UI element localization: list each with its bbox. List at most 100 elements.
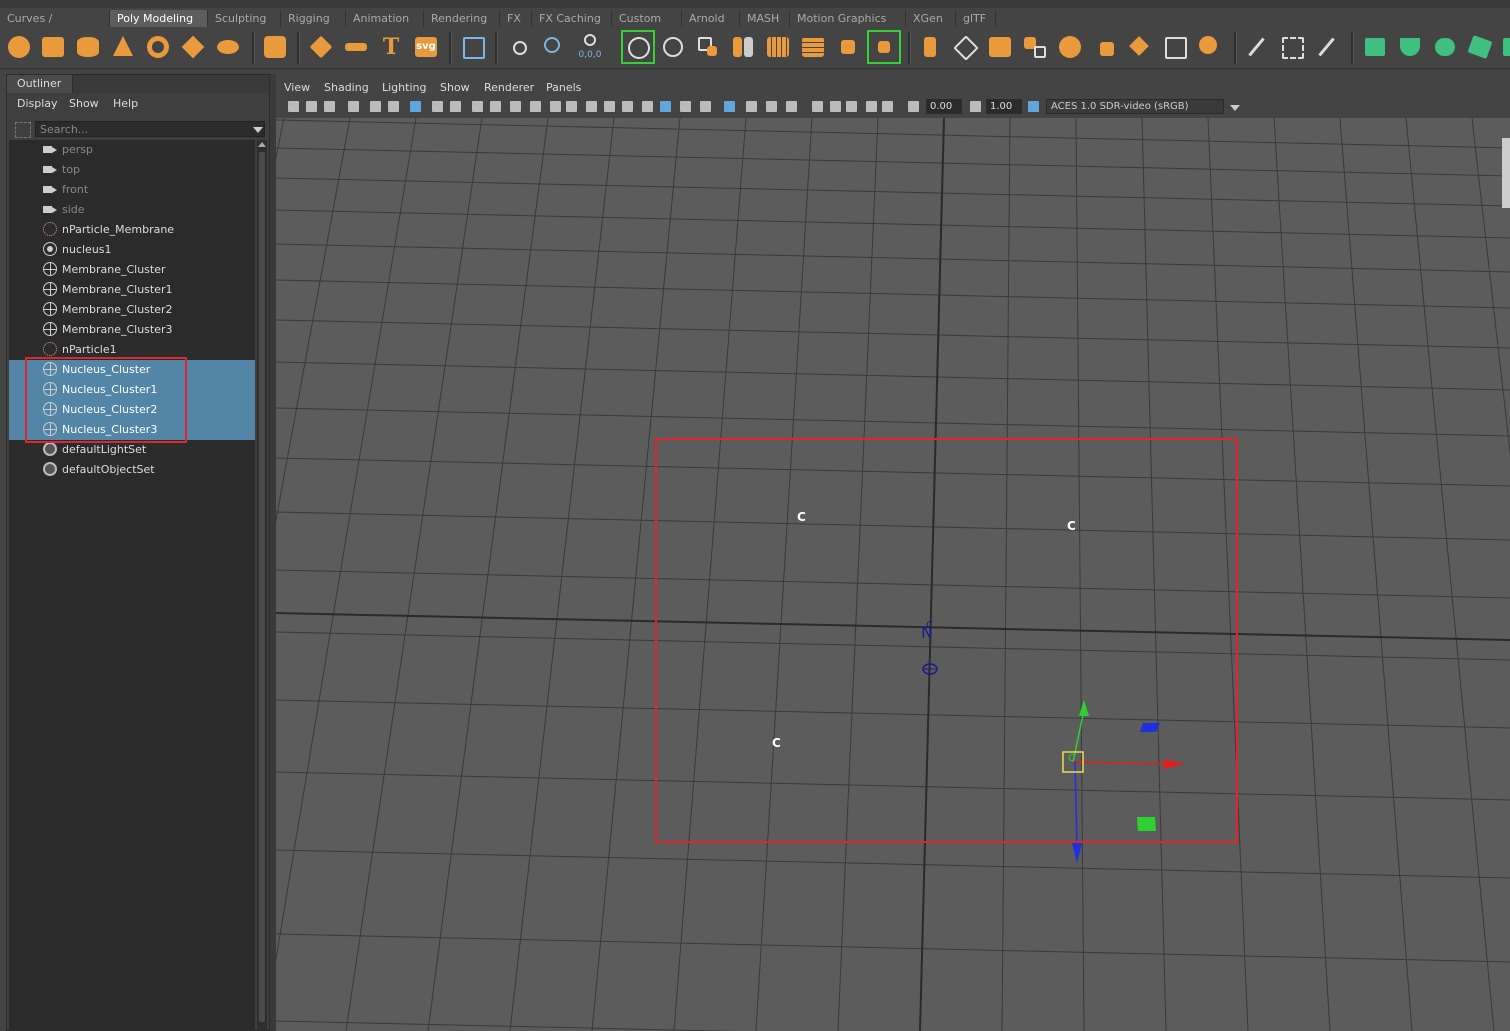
chevron-down-icon[interactable] <box>253 127 263 133</box>
poly-disc-icon[interactable] <box>215 34 241 60</box>
outliner-item[interactable]: Membrane_Cluster3 <box>9 320 255 340</box>
multi-cut-icon[interactable] <box>1092 34 1118 60</box>
viewport-tool-icon[interactable] <box>882 101 893 112</box>
viewport-menu-panels[interactable]: Panels <box>546 81 581 94</box>
outliner-item[interactable]: nParticle1 <box>9 340 255 360</box>
shelf-tab-rigging[interactable]: Rigging <box>281 10 346 27</box>
uv-spherical-icon[interactable] <box>1432 34 1458 60</box>
viewport-canvas[interactable]: C C C N C C <box>276 118 1510 1031</box>
reduce-icon[interactable] <box>800 34 826 60</box>
type-tool-icon[interactable]: T <box>378 34 404 60</box>
z-axis-handle[interactable] <box>1074 761 1078 847</box>
viewport-tool-icon[interactable] <box>604 101 615 112</box>
sweep-mesh-icon[interactable] <box>343 34 369 60</box>
viewport-tool-icon[interactable] <box>846 101 857 112</box>
outliner-menu-show[interactable]: Show <box>69 97 99 110</box>
viewport-tool-icon[interactable] <box>530 101 541 112</box>
color-space-select[interactable]: ACES 1.0 SDR-video (sRGB) <box>1046 99 1224 114</box>
outliner-item[interactable]: top <box>9 160 255 180</box>
append-icon[interactable] <box>1022 34 1048 60</box>
viewport-tool-icon[interactable] <box>450 101 461 112</box>
poly-cube-icon[interactable] <box>40 34 66 60</box>
platonic-solid-icon[interactable] <box>262 34 288 60</box>
viewport-tool-icon[interactable] <box>432 101 443 112</box>
gamma-field[interactable]: 1.00 <box>986 99 1022 114</box>
outliner-item[interactable]: nParticle_Membrane <box>9 220 255 240</box>
shelf-tab-fx[interactable]: FX <box>500 10 532 27</box>
shelf-tab-rendering[interactable]: Rendering <box>424 10 500 27</box>
selected-cluster-handle[interactable]: C <box>1068 753 1075 764</box>
viewport-menu-shading[interactable]: Shading <box>324 81 369 94</box>
shelf-tab-animation[interactable]: Animation <box>346 10 424 27</box>
uv-automatic-icon[interactable] <box>1467 34 1493 60</box>
outliner-scrollbar[interactable] <box>257 140 267 1030</box>
poly-sphere-icon[interactable] <box>6 34 32 60</box>
uv-editor-icon[interactable] <box>1279 34 1305 60</box>
uv-planar-icon[interactable] <box>1362 34 1388 60</box>
soft-select-icon[interactable] <box>541 34 567 60</box>
combine-icon[interactable] <box>660 34 686 60</box>
xz-plane-handle[interactable] <box>1140 723 1160 732</box>
symmetry-icon[interactable] <box>625 34 651 60</box>
bridge-icon[interactable] <box>952 34 979 61</box>
viewport-menu-renderer[interactable]: Renderer <box>484 81 534 94</box>
outliner-item[interactable]: nucleus1 <box>9 240 255 260</box>
viewport-tool-icon[interactable] <box>866 101 877 112</box>
viewport-tool-icon[interactable] <box>830 101 841 112</box>
poly-plane-icon[interactable] <box>180 34 206 60</box>
outliner-item[interactable]: Membrane_Cluster2 <box>9 300 255 320</box>
bevel-icon[interactable] <box>987 34 1013 60</box>
outliner-search-input[interactable]: Search... <box>35 121 265 137</box>
insert-edge-loop-icon[interactable] <box>1057 34 1083 60</box>
smooth-icon[interactable] <box>765 34 791 60</box>
target-weld-icon[interactable] <box>1127 34 1153 60</box>
freeze-transform-icon[interactable]: 0,0,0 <box>576 34 602 60</box>
remesh-icon[interactable] <box>835 34 861 60</box>
scrollbar-thumb[interactable] <box>259 152 265 1022</box>
viewport-tool-icon[interactable] <box>472 101 483 112</box>
viewport-tool-icon[interactable] <box>1028 101 1039 112</box>
viewport-tool-icon[interactable] <box>348 101 359 112</box>
viewport-tool-icon[interactable] <box>700 101 711 112</box>
outliner-item[interactable]: Membrane_Cluster <box>9 260 255 280</box>
viewport-tool-icon[interactable] <box>812 101 823 112</box>
cluster-handle-3[interactable]: C <box>772 736 781 750</box>
outliner-item[interactable]: side <box>9 200 255 220</box>
y-axis-arrow-icon[interactable] <box>1079 700 1089 716</box>
viewport-tool-icon[interactable] <box>586 101 597 112</box>
viewport-tool-icon[interactable] <box>680 101 691 112</box>
uv-cylindrical-icon[interactable] <box>1397 34 1423 60</box>
outliner-menu-help[interactable]: Help <box>113 97 138 110</box>
retopologize-icon[interactable] <box>871 34 897 60</box>
poly-cone-icon[interactable] <box>110 34 136 60</box>
viewport-tool-icon[interactable] <box>306 101 317 112</box>
shelf-tab-fx-caching[interactable]: FX Caching <box>532 10 612 27</box>
outliner-item[interactable]: persp <box>9 140 255 160</box>
polygon-table-icon[interactable] <box>460 34 486 60</box>
outliner-item[interactable]: Nucleus_Cluster <box>9 360 255 380</box>
viewport-tool-icon[interactable] <box>370 101 381 112</box>
connect-icon[interactable] <box>1162 34 1188 60</box>
viewport-tool-icon[interactable] <box>566 101 577 112</box>
exposure-field[interactable]: 0.00 <box>926 99 962 114</box>
chevron-down-icon[interactable] <box>1230 105 1240 111</box>
viewport-tool-icon[interactable] <box>288 101 299 112</box>
viewport-tool-icon[interactable] <box>766 101 777 112</box>
viewport-tool-icon[interactable] <box>908 101 919 112</box>
poly-cylinder-icon[interactable] <box>75 34 101 60</box>
viewport-tool-icon[interactable] <box>324 101 335 112</box>
view-cube-icon[interactable] <box>1502 138 1510 208</box>
viewport-tool-icon[interactable] <box>622 101 633 112</box>
viewport-menu-lighting[interactable]: Lighting <box>382 81 426 94</box>
shelf-tab-sculpting[interactable]: Sculpting <box>208 10 281 27</box>
filter-icon[interactable] <box>15 122 31 138</box>
outliner-title[interactable]: Outliner <box>7 75 73 93</box>
paint-tool-icon[interactable] <box>1314 34 1340 60</box>
shelf-tab-curves-surfaces[interactable]: Curves / Surfaces <box>0 10 110 42</box>
viewport-tool-icon[interactable] <box>388 101 399 112</box>
viewport-tool-icon[interactable] <box>510 101 521 112</box>
extrude-icon[interactable] <box>917 34 943 60</box>
nucleus-cluster-handle[interactable]: C <box>926 620 933 631</box>
outliner-item[interactable]: Nucleus_Cluster2 <box>9 400 255 420</box>
edit-tool-icon[interactable] <box>1244 34 1270 60</box>
